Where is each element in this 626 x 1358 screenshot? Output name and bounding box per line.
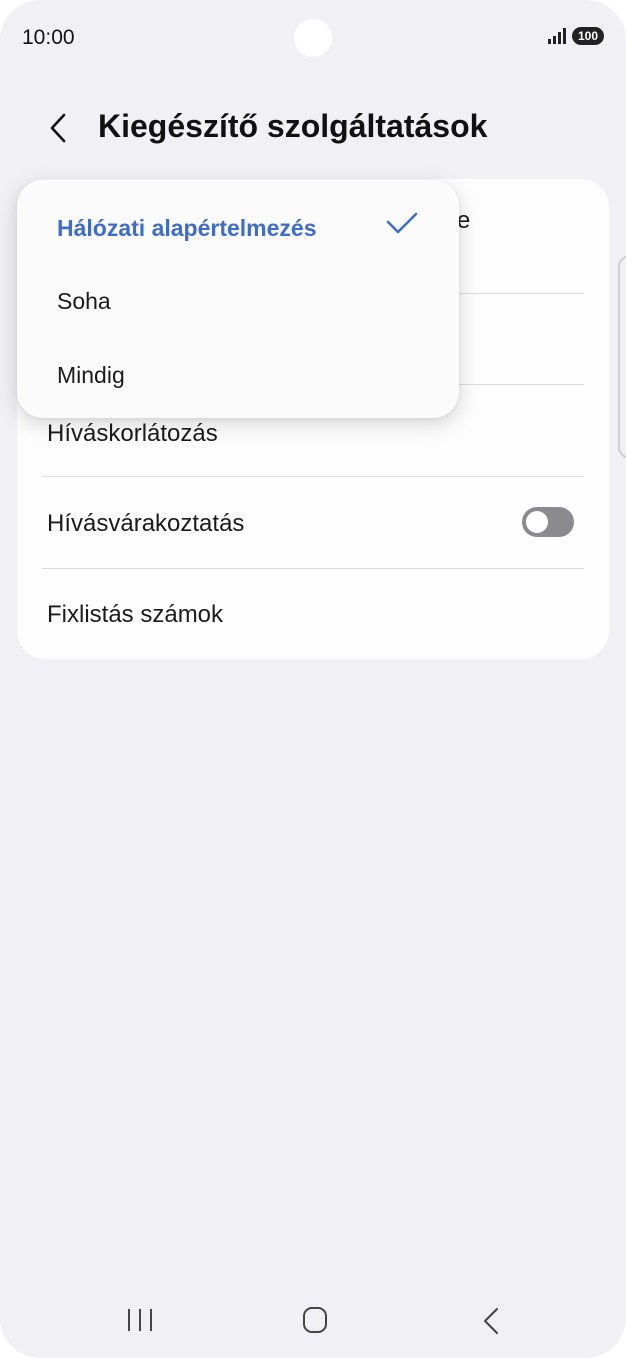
recent-apps-icon[interactable] [126, 1306, 156, 1334]
option-always[interactable]: Mindig [57, 362, 125, 389]
phone-screen: 10:00 100 Kiegészítő szolgáltatások Hívá… [0, 0, 626, 1358]
page-title: Kiegészítő szolgáltatások [98, 108, 488, 144]
dropdown-menu: Hálózati alapértelmezés Soha Mindig [17, 180, 459, 418]
option-network-default[interactable]: Hálózati alapértelmezés [57, 215, 317, 242]
back-button[interactable] [40, 108, 80, 148]
status-time: 10:00 [22, 26, 75, 49]
divider [42, 568, 584, 569]
status-icons: 100 [547, 27, 604, 45]
home-icon[interactable] [302, 1306, 328, 1334]
front-camera-cutout [294, 19, 332, 57]
signal-icon [547, 28, 566, 44]
row-call-barring[interactable]: Híváskorlátozás [47, 420, 218, 448]
row-fixed-dialing[interactable]: Fixlistás számok [47, 601, 223, 629]
checkmark-icon [386, 212, 418, 234]
toggle-knob [526, 511, 548, 533]
battery-badge: 100 [571, 27, 604, 45]
row-call-waiting[interactable]: Hívásvárakoztatás [47, 510, 244, 538]
back-icon[interactable] [481, 1306, 501, 1336]
chevron-left-icon [50, 113, 66, 143]
divider [42, 476, 584, 477]
edge-panel-handle[interactable] [618, 255, 626, 459]
call-waiting-toggle[interactable] [522, 507, 574, 537]
option-never[interactable]: Soha [57, 288, 111, 315]
hidden-row-text: e [457, 207, 471, 234]
